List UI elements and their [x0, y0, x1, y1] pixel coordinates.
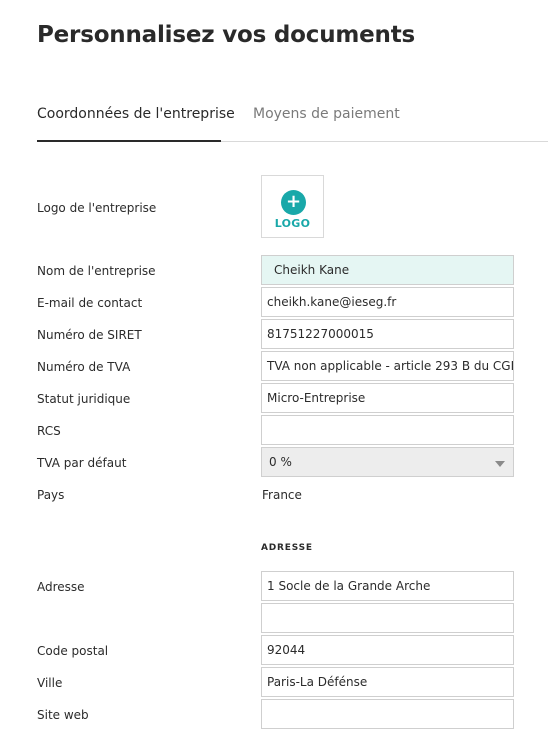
company-name-label: Nom de l'entreprise — [37, 264, 156, 278]
country-label: Pays — [37, 488, 65, 502]
city-input[interactable]: Paris-La Défénse — [261, 667, 514, 697]
address-label: Adresse — [37, 580, 85, 594]
default-tva-select[interactable]: 0 % — [261, 447, 514, 477]
siret-input[interactable]: 81751227000015 — [261, 319, 514, 349]
email-label: E-mail de contact — [37, 296, 143, 310]
address-section-heading: ADRESSE — [261, 543, 313, 553]
tab-company-details[interactable]: Coordonnées de l'entreprise — [37, 106, 235, 122]
address-line2-input[interactable] — [261, 603, 514, 633]
default-tva-label: TVA par défaut — [37, 456, 127, 470]
logo-label: Logo de l'entreprise — [37, 201, 157, 215]
legal-status-label: Statut juridique — [37, 392, 131, 406]
address-line1-input[interactable]: 1 Socle de la Grande Arche — [261, 571, 514, 601]
rcs-label: RCS — [37, 424, 61, 438]
country-value: France — [262, 488, 302, 502]
postal-code-label: Code postal — [37, 644, 109, 658]
logo-placeholder-text: LOGO — [274, 217, 311, 230]
postal-code-input[interactable]: 92044 — [261, 635, 514, 665]
tva-number-label: Numéro de TVA — [37, 360, 131, 374]
siret-label: Numéro de SIRET — [37, 328, 142, 342]
default-tva-value: 0 % — [269, 455, 292, 469]
rcs-input[interactable] — [261, 415, 514, 445]
legal-status-input[interactable]: Micro-Entreprise — [261, 383, 514, 413]
page-title: Personnalisez vos documents — [37, 22, 415, 48]
tab-payment-methods[interactable]: Moyens de paiement — [253, 106, 400, 122]
tva-number-input[interactable]: TVA non applicable - article 293 B du CG… — [261, 351, 514, 381]
website-label: Site web — [37, 708, 89, 722]
chevron-down-icon — [495, 461, 505, 467]
plus-icon: + — [281, 190, 306, 215]
website-input[interactable] — [261, 699, 514, 729]
email-input[interactable]: cheikh.kane@ieseg.fr — [261, 287, 514, 317]
logo-upload-button[interactable]: + LOGO — [261, 175, 324, 238]
active-tab-indicator — [37, 140, 221, 142]
company-name-input[interactable]: Cheikh Kane — [261, 255, 514, 285]
city-label: Ville — [37, 676, 63, 690]
